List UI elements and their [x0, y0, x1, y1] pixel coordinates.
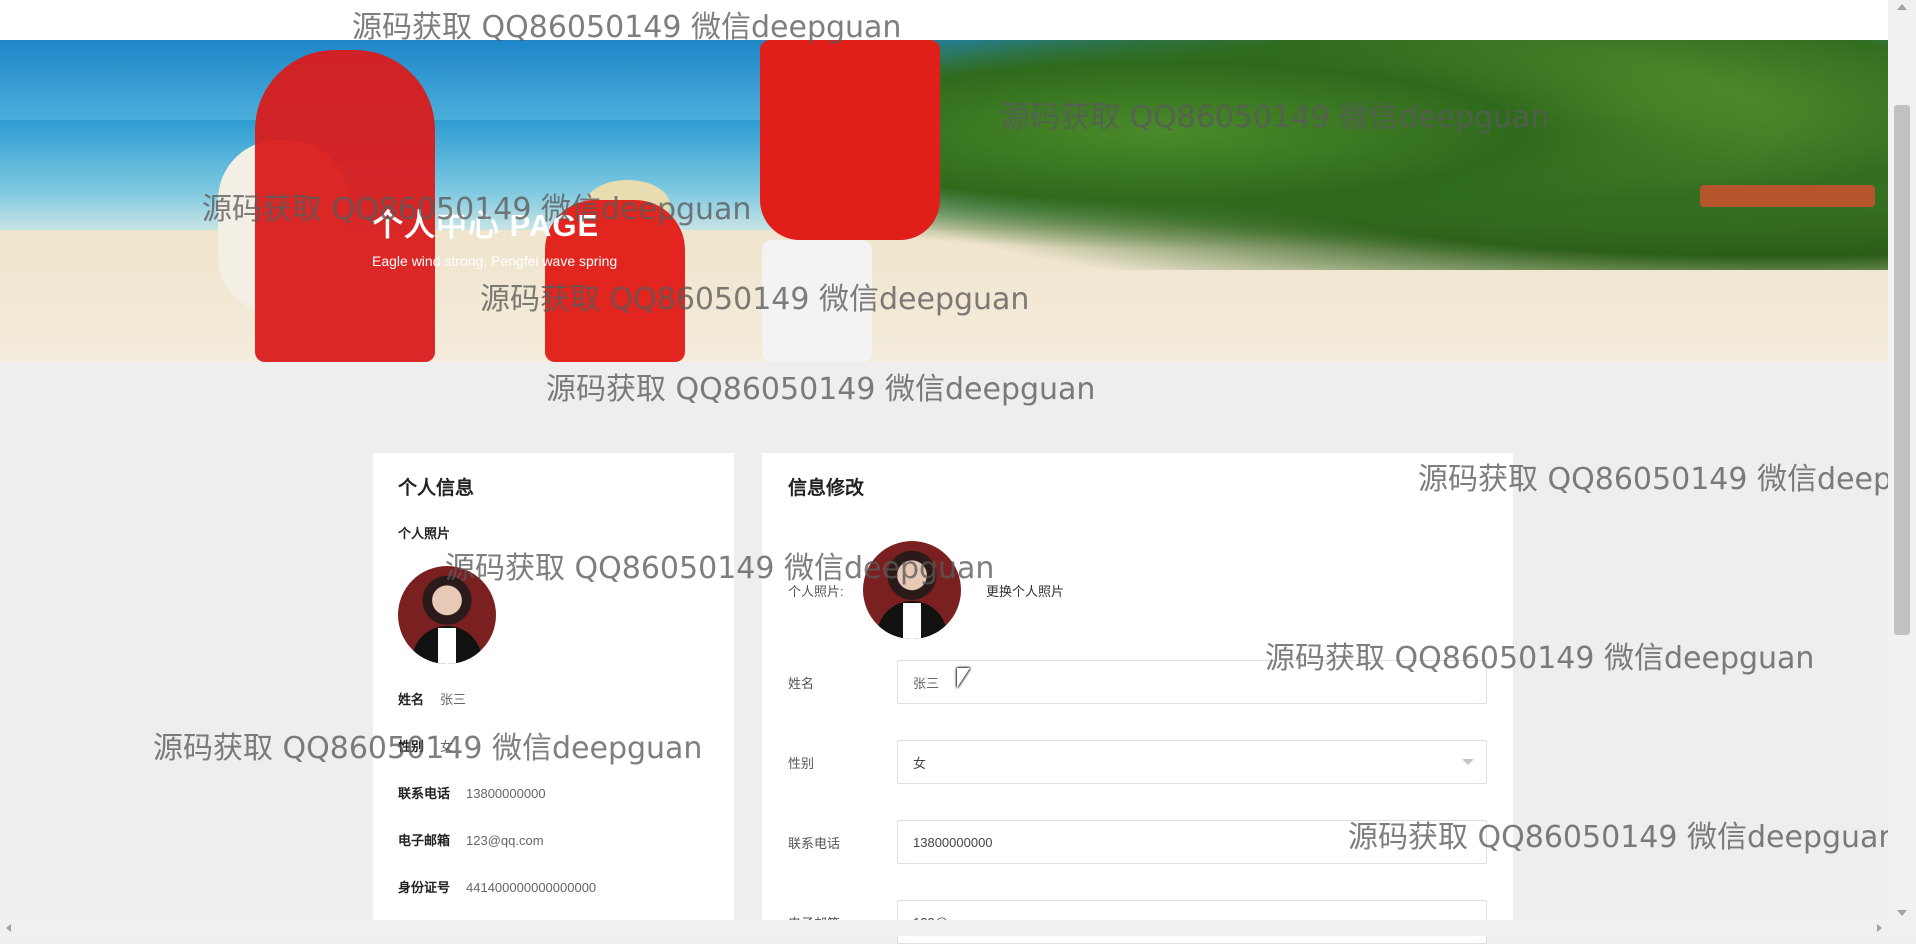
top-navbar [0, 0, 1888, 40]
watermark-text: 源码获取 QQ86050149 微信deepguan [546, 372, 1096, 407]
info-label: 姓名 [398, 692, 425, 707]
scroll-left-icon[interactable] [6, 924, 11, 932]
edit-card: 信息修改 个人照片: 更换个人照片 姓名 张三 性别 女 联系电话 138000… [762, 453, 1513, 944]
info-value: 123@qq.com [466, 833, 544, 848]
page-subtitle: Eagle wind strong, Pengfei wave spring [372, 253, 618, 269]
info-row-gender: 性别女 [398, 736, 453, 755]
photo-label: 个人照片 [398, 526, 451, 541]
banner-trees [850, 40, 1888, 270]
info-label: 电子邮箱 [398, 833, 451, 848]
scroll-down-icon[interactable] [1897, 910, 1907, 916]
info-row-phone: 联系电话 13800000000 [398, 783, 546, 802]
scroll-thumb[interactable] [1894, 105, 1910, 635]
gender-select[interactable]: 女 [897, 740, 1487, 784]
name-input-value: 张三 [913, 675, 940, 691]
change-photo-button[interactable]: 更换个人照片 [986, 581, 1064, 600]
avatar [398, 566, 496, 664]
profile-card: 个人信息 个人照片 姓名 张三 性别女 联系电话 13800000000 电子邮箱 1… [373, 453, 734, 936]
phone-input[interactable]: 13800000000 [897, 820, 1487, 864]
phone-label: 联系电话 [788, 836, 841, 851]
info-label: 身份证号 [398, 880, 451, 895]
info-row-email: 电子邮箱 123@qq.com [398, 830, 544, 849]
banner-shorts [762, 240, 872, 362]
edit-avatar[interactable] [863, 541, 961, 639]
horizontal-scrollbar[interactable] [0, 920, 1888, 936]
info-row-name: 姓名 张三 [398, 689, 466, 708]
chevron-down-icon [1462, 759, 1474, 765]
gender-label: 性别 [788, 756, 815, 771]
info-value: 13800000000 [466, 786, 546, 801]
info-value: 张三 [440, 692, 467, 707]
info-value: 女 [440, 739, 454, 754]
profile-card-title: 个人信息 [398, 478, 475, 499]
mouse-cursor-icon [957, 668, 970, 688]
info-label: 性别 [398, 739, 425, 754]
name-label: 姓名 [788, 676, 815, 691]
phone-input-value: 13800000000 [913, 834, 993, 850]
banner-person-father [760, 40, 940, 240]
scroll-right-icon[interactable] [1877, 924, 1882, 932]
edit-card-title: 信息修改 [788, 478, 865, 499]
info-value: 441400000000000000 [466, 880, 597, 895]
hero-banner: 个人中心 PAGE Eagle wind strong, Pengfei wav… [0, 40, 1888, 362]
scroll-up-icon[interactable] [1897, 4, 1907, 10]
page-title: 个人中心 PAGE [372, 208, 600, 243]
vertical-scrollbar[interactable] [1888, 0, 1916, 936]
info-row-id: 身份证号 441400000000000000 [398, 877, 596, 896]
banner-bench [1700, 185, 1875, 207]
info-label: 联系电话 [398, 786, 451, 801]
gender-select-value: 女 [913, 755, 927, 771]
name-input[interactable]: 张三 [897, 660, 1487, 704]
edit-photo-label: 个人照片: [788, 584, 844, 599]
